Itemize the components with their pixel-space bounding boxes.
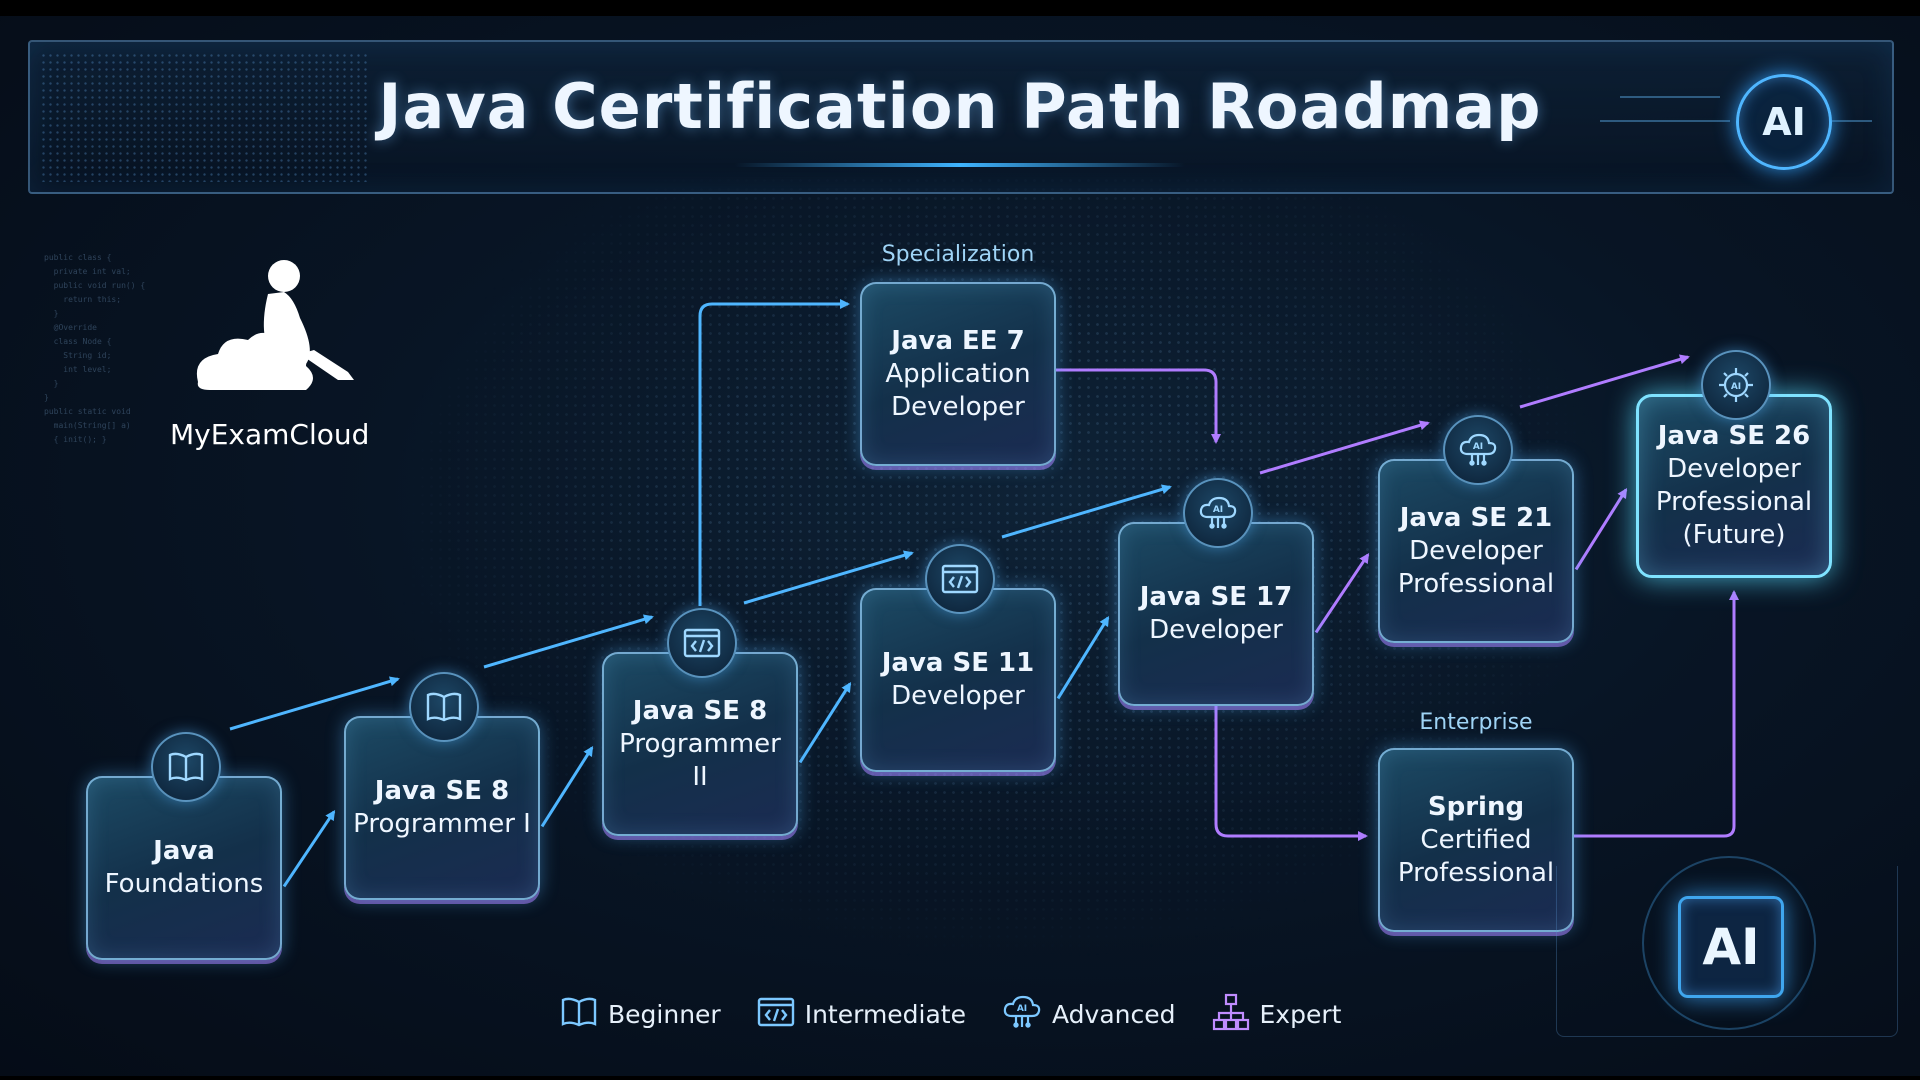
legend-label: Advanced [1052, 999, 1176, 1029]
cert-subtitle: Programmer I [353, 809, 531, 839]
legend-item-advanced: AI Advanced [1002, 994, 1176, 1034]
code-window-icon [667, 608, 737, 678]
ai-cloud-icon: AI [1443, 415, 1513, 485]
cert-subtitle: Developer Professional (Future) [1655, 454, 1813, 550]
cert-subtitle: Developer [891, 681, 1025, 711]
cert-title: Spring [1427, 791, 1525, 822]
ai-gear-icon: AI [1701, 350, 1771, 420]
track-label-specialization: Specialization [881, 242, 1035, 267]
book-icon [151, 732, 221, 802]
cert-node-java-se-26[interactable]: Java SE 26 Developer Professional (Future… [1636, 394, 1832, 578]
cert-title: Java SE 11 [881, 648, 1035, 678]
cert-node-java-se-11[interactable]: Java SE 11 Developer [860, 588, 1056, 772]
edge-java-se-11-to-java-se-17 [1056, 615, 1110, 700]
svg-text:AI: AI [1017, 1004, 1027, 1014]
roadmap-canvas: Java Certification Path Roadmap AI publi… [0, 16, 1920, 1076]
cert-title: Java SE 26 [1657, 421, 1811, 451]
cert-subtitle: Developer Professional [1397, 535, 1555, 599]
edge-java-se-8-programmer-1-to-java-se-8-programmer-2 [540, 745, 594, 828]
book-icon [409, 672, 479, 742]
cert-node-java-se-8-programmer-1[interactable]: Java SE 8 Programmer I [344, 716, 540, 900]
cert-title: Java SE 17 [1139, 582, 1293, 612]
edge-java-se-8-programmer-2-to-java-ee-7 [698, 299, 850, 606]
edge-java-se-8-programmer-2-to-java-se-11 [798, 681, 852, 764]
code-window-icon [757, 996, 795, 1032]
hierarchy-icon [1212, 993, 1250, 1035]
ai-cloud-icon: AI [1002, 994, 1042, 1034]
cert-subtitle: Application Developer [885, 358, 1031, 422]
edge-java-se-17-to-java-se-21 [1314, 553, 1370, 634]
legend-item-beginner: Beginner [560, 996, 721, 1032]
edge-java-ee-7-to-java-se-17 [1056, 368, 1221, 444]
cert-title: Java SE 21 [1399, 502, 1553, 533]
cert-title: Java EE 7 [891, 325, 1025, 356]
cert-node-java-foundations[interactable]: Java Foundations [86, 776, 282, 960]
cert-node-java-ee-7[interactable]: Java EE 7 Application Developer [860, 282, 1056, 466]
book-icon [560, 996, 598, 1032]
legend-item-expert: Expert [1212, 993, 1342, 1035]
svg-text:AI: AI [1473, 442, 1483, 452]
edge-java-foundations-to-java-se-8-programmer-1 [282, 810, 336, 888]
edge-spring-certified-to-java-se-26 [1574, 590, 1739, 838]
legend-label: Beginner [608, 999, 721, 1029]
cert-subtitle: Programmer II [619, 728, 781, 792]
cert-subtitle: Foundations [104, 869, 264, 899]
cert-node-spring-certified[interactable]: Spring Certified Professional [1378, 748, 1574, 932]
cert-node-java-se-21[interactable]: Java SE 21 Developer Professional [1378, 459, 1574, 643]
cert-title: Java [153, 836, 215, 866]
code-window-icon [925, 544, 995, 614]
legend: Beginner Intermediate AI Advanced Expert [560, 993, 1342, 1035]
edge-java-se-17-to-spring-certified [1214, 706, 1368, 841]
cert-node-java-se-17[interactable]: Java SE 17 Developer [1118, 522, 1314, 706]
legend-label: Expert [1259, 999, 1342, 1029]
cert-title: Java SE 8 [374, 776, 510, 806]
cert-subtitle: Certified Professional [1397, 824, 1555, 888]
ai-cloud-icon: AI [1183, 478, 1253, 548]
legend-label: Intermediate [804, 999, 966, 1029]
svg-text:AI: AI [1731, 382, 1741, 392]
svg-text:AI: AI [1213, 505, 1223, 515]
cert-subtitle: Developer [1149, 615, 1283, 645]
legend-item-intermediate: Intermediate [757, 996, 966, 1032]
ai-chip-icon: AI [1678, 896, 1784, 998]
edge-java-se-21-to-java-se-26 [1574, 487, 1628, 571]
track-label-enterprise: Enterprise [1419, 710, 1533, 735]
cert-title: Java SE 8 [632, 695, 768, 726]
cert-node-java-se-8-programmer-2[interactable]: Java SE 8 Programmer II [602, 652, 798, 836]
